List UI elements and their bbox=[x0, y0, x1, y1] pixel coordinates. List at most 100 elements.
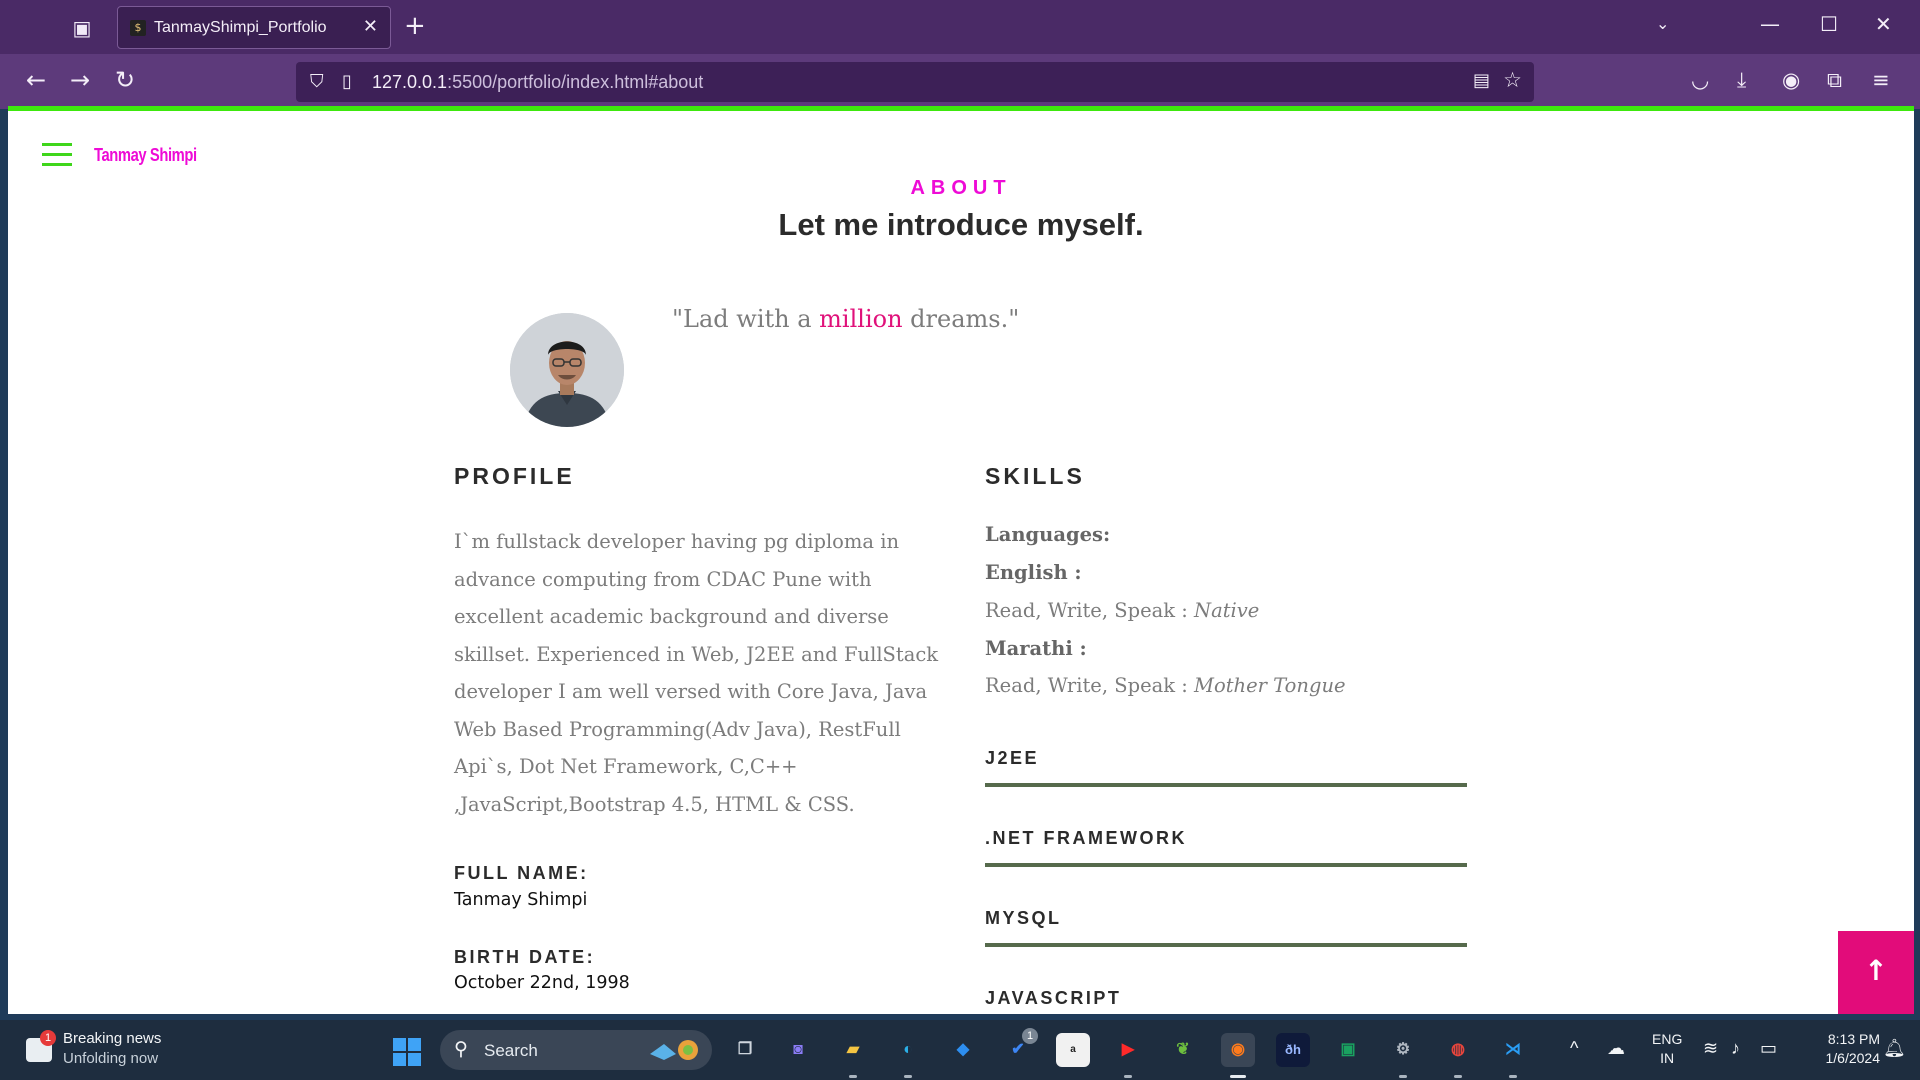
url-text[interactable]: 127.0.0.1:5500/portfolio/index.html#abou… bbox=[372, 72, 703, 93]
marathi-label-text: Marathi : bbox=[985, 637, 1087, 660]
search-highlight-icon bbox=[650, 1040, 698, 1060]
marathi-level-value: Mother Tongue bbox=[1194, 674, 1346, 697]
extensions-icon[interactable]: ⧉ bbox=[1827, 68, 1842, 92]
marathi-level: Read, Write, Speak : Mother Tongue bbox=[985, 674, 1346, 697]
full-name-value: Tanmay Shimpi bbox=[454, 890, 588, 910]
url-host: 127.0.0.1 bbox=[372, 72, 448, 92]
dropbox-icon[interactable]: ◆ bbox=[946, 1033, 980, 1067]
quote-highlight: million bbox=[819, 305, 903, 333]
hamburger-menu-icon[interactable] bbox=[42, 143, 72, 167]
back-to-top-button[interactable]: ↑ bbox=[1838, 931, 1914, 1014]
quote-end: dreams." bbox=[902, 305, 1020, 333]
site-brand[interactable]: Tanmay Shimpi bbox=[94, 145, 197, 166]
maximize-icon[interactable]: ☐ bbox=[1820, 12, 1838, 36]
notification-bell-icon[interactable]: 🔔︎ bbox=[1883, 1038, 1906, 1059]
chrome-icon[interactable]: ◍ bbox=[1441, 1033, 1475, 1067]
tab-title: TanmayShimpi_Portfolio bbox=[154, 19, 327, 36]
list-all-tabs-chevron-icon[interactable]: ⌄ bbox=[1656, 14, 1669, 33]
running-indicator bbox=[1509, 1075, 1517, 1078]
firefox-icon[interactable]: ◉ bbox=[1221, 1033, 1255, 1067]
language-code: ENG bbox=[1652, 1031, 1683, 1047]
profile-description: I`m fullstack developer having pg diplom… bbox=[454, 530, 939, 816]
news-subtitle[interactable]: Unfolding now bbox=[63, 1050, 158, 1067]
google-meet-icon[interactable]: ▣ bbox=[1331, 1033, 1365, 1067]
forward-arrow-icon[interactable]: → bbox=[70, 68, 90, 92]
running-indicator bbox=[849, 1075, 857, 1078]
minimize-icon[interactable]: — bbox=[1760, 12, 1780, 36]
skill-bar-label: .NET FRAMEWORK bbox=[985, 828, 1187, 848]
new-tab-icon[interactable]: + bbox=[404, 12, 426, 40]
profile-heading: PROFILE bbox=[454, 463, 575, 489]
english-label: English : bbox=[985, 561, 1082, 584]
teams-chat-icon[interactable]: ◙ bbox=[781, 1033, 815, 1067]
tracking-shield-icon[interactable]: ⛉ bbox=[310, 71, 324, 92]
english-level: Read, Write, Speak : Native bbox=[985, 599, 1259, 622]
skill-bar bbox=[985, 783, 1467, 787]
profile-avatar bbox=[510, 313, 624, 427]
profile-photo-illustration bbox=[510, 313, 624, 427]
page-info-icon[interactable]: ▯ bbox=[342, 71, 352, 92]
task-view-icon[interactable]: ❐ bbox=[728, 1033, 762, 1067]
region-code: IN bbox=[1660, 1050, 1675, 1066]
quote-start: "Lad with a bbox=[672, 305, 820, 333]
tab-active[interactable]: $ TanmayShimpi_Portfolio ✕ bbox=[117, 6, 391, 49]
active-indicator bbox=[1230, 1075, 1246, 1078]
skill-bar bbox=[985, 863, 1467, 867]
reload-icon[interactable]: ↻ bbox=[115, 68, 135, 92]
running-indicator bbox=[1454, 1075, 1462, 1078]
languages-label-text: Languages: bbox=[985, 523, 1111, 546]
site-favicon-icon: $ bbox=[130, 20, 146, 36]
skill-bar bbox=[985, 943, 1467, 947]
running-indicator bbox=[1124, 1075, 1132, 1078]
input-language[interactable]: ENG IN bbox=[1652, 1030, 1682, 1068]
english-label-text: English : bbox=[985, 561, 1082, 584]
system-clock[interactable]: 8:13 PM 1/6/2024 bbox=[1800, 1030, 1881, 1068]
tab-overview-icon[interactable]: ▣ bbox=[62, 12, 102, 44]
running-indicator bbox=[1399, 1075, 1407, 1078]
clock-time: 8:13 PM bbox=[1827, 1031, 1880, 1047]
settings-gear-icon[interactable]: ⚙ bbox=[1386, 1033, 1420, 1067]
marathi-level-prefix: Read, Write, Speak : bbox=[985, 674, 1195, 697]
windows-start-icon[interactable] bbox=[393, 1038, 421, 1066]
hackerrank-icon[interactable]: ðh bbox=[1276, 1033, 1310, 1067]
section-title: Let me introduce myself. bbox=[778, 207, 1144, 242]
vscode-icon[interactable]: ⋊ bbox=[1496, 1033, 1530, 1067]
tray-overflow-chevron-icon[interactable]: ^ bbox=[1570, 1038, 1578, 1059]
account-icon[interactable]: ◉ bbox=[1782, 68, 1800, 92]
news-title[interactable]: Breaking news bbox=[63, 1030, 161, 1047]
clock-date: 1/6/2024 bbox=[1825, 1050, 1881, 1066]
spring-tool-icon[interactable]: ❦ bbox=[1166, 1033, 1200, 1067]
marathi-label: Marathi : bbox=[985, 637, 1087, 660]
browser-window: ▣ $ TanmayShimpi_Portfolio ✕ + ⌄ — ☐ ✕ ←… bbox=[0, 0, 1920, 1020]
app-menu-icon[interactable]: ≡ bbox=[1872, 68, 1890, 92]
onedrive-cloud-icon[interactable]: ☁ bbox=[1607, 1038, 1625, 1059]
about-quote: "Lad with a million dreams." bbox=[672, 305, 1019, 333]
volume-icon[interactable]: ♪ bbox=[1731, 1038, 1740, 1059]
os-taskbar: 1 Breaking news Unfolding now ⚲ Search ❐… bbox=[0, 1020, 1920, 1080]
downloads-icon[interactable]: ⤓ bbox=[1737, 68, 1746, 92]
wifi-icon[interactable]: ≋ bbox=[1703, 1038, 1718, 1059]
back-arrow-icon[interactable]: ← bbox=[26, 68, 46, 92]
birth-date-value: October 22nd, 1998 bbox=[454, 973, 630, 993]
taskbar-search-box[interactable]: ⚲ Search bbox=[440, 1030, 712, 1070]
tab-close-icon[interactable]: ✕ bbox=[363, 16, 378, 37]
url-bar[interactable]: ⛉ ▯ 127.0.0.1:5500/portfolio/index.html#… bbox=[296, 62, 1534, 102]
file-explorer-icon[interactable]: ▰ bbox=[836, 1033, 870, 1067]
edge-browser-icon[interactable]: ◐ bbox=[891, 1033, 925, 1067]
pocket-icon[interactable]: ◡ bbox=[1691, 68, 1709, 92]
skills-heading: SKILLS bbox=[985, 463, 1085, 489]
skill-bar-label: MYSQL bbox=[985, 908, 1062, 928]
todo-badge: 1 bbox=[1022, 1028, 1038, 1044]
close-window-icon[interactable]: ✕ bbox=[1875, 12, 1892, 36]
bookmark-star-icon[interactable]: ☆ bbox=[1503, 68, 1522, 92]
amazon-icon[interactable]: a bbox=[1056, 1033, 1090, 1067]
skill-bar-label: JAVASCRIPT bbox=[985, 988, 1122, 1008]
tab-bar: ▣ $ TanmayShimpi_Portfolio ✕ + ⌄ — ☐ ✕ bbox=[0, 0, 1920, 54]
youtube-icon[interactable]: ▶ bbox=[1111, 1033, 1145, 1067]
battery-icon[interactable]: ▭ bbox=[1760, 1038, 1777, 1059]
nav-toolbar: ← → ↻ ⛉ ▯ 127.0.0.1:5500/portfolio/index… bbox=[0, 54, 1920, 109]
news-badge: 1 bbox=[40, 1030, 56, 1046]
running-indicator bbox=[904, 1075, 912, 1078]
page-viewport[interactable]: Tanmay Shimpi ABOUT Let me introduce mys… bbox=[8, 111, 1914, 1014]
reader-view-icon[interactable]: ▤ bbox=[1473, 70, 1490, 91]
